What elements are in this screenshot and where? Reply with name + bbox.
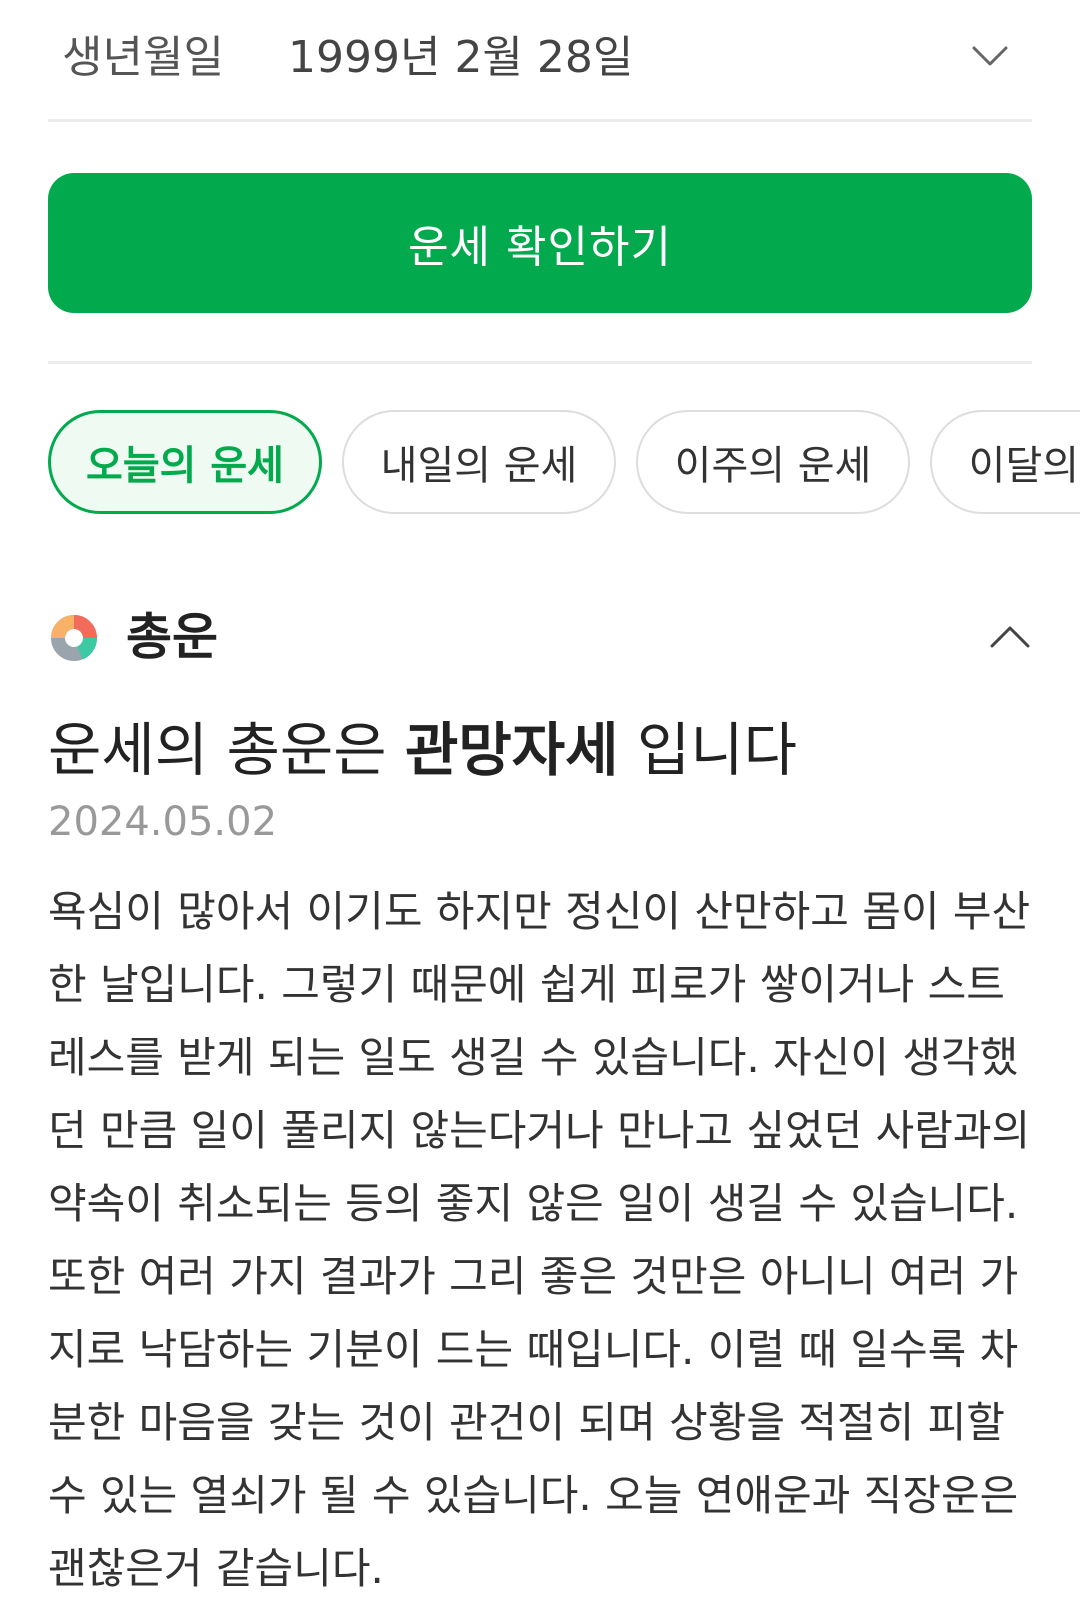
fortune-headline: 운세의 총운은 관망자세 입니다 [48,712,797,788]
general-fortune-header[interactable]: 총운 [48,598,1032,678]
birthdate-value[interactable]: 1999년 2월 28일 [288,28,633,88]
headline-prefix: 운세의 총운은 [48,716,406,784]
headline-suffix: 입니다 [618,716,798,784]
fortune-period-tabs: 오늘의 운세 내일의 운세 이주의 운세 이달의 운세 [48,410,1080,518]
section-title: 총운 [126,608,218,666]
tab-month-fortune[interactable]: 이달의 운세 [930,410,1080,514]
fortune-date: 2024.05.02 [48,799,278,845]
birthdate-label: 생년월일 [62,32,224,83]
chevron-down-icon[interactable] [968,34,1012,78]
headline-highlight: 관망자세 [405,716,619,784]
fortune-body-text: 욕심이 많아서 이기도 하지만 정신이 산만하고 몸이 부산한 날입니다. 그렇… [48,887,1031,1593]
donut-chart-icon [51,615,97,661]
tab-tomorrow-fortune[interactable]: 내일의 운세 [342,410,616,514]
tab-week-fortune[interactable]: 이주의 운세 [636,410,910,514]
divider [48,361,1032,364]
chevron-up-icon[interactable] [988,616,1032,660]
check-fortune-button[interactable]: 운세 확인하기 [48,173,1032,313]
tab-today-fortune[interactable]: 오늘의 운세 [48,410,322,514]
birthdate-selector[interactable]: 생년월일 1999년 2월 28일 [48,0,1032,122]
